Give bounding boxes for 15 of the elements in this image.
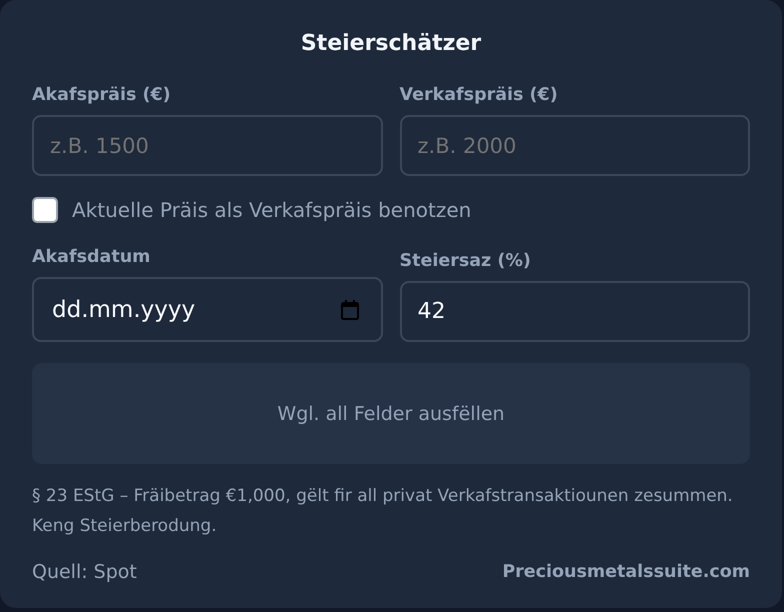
tax-note: § 23 EStG – Fräibetrag €1,000, gëlt fir all privat Verkafstransaktiounen zesummen. Keng Steierberodung. [32,485,734,538]
field-label: Akafspräis (€) [32,84,171,107]
field-label: Steiersaz (%) [400,250,531,273]
input-field[interactable]: 42 [400,281,750,342]
site-link[interactable]: Preciousmetalssuite.com [502,562,750,582]
source-text: Quell: Spot [32,561,137,583]
result-panel: Wgl. all Felder ausfëllen [32,363,750,464]
card-title: Steierschätzer [300,30,482,58]
date-field[interactable]: dd.mm.yyyy [32,277,382,342]
checkbox[interactable] [32,197,58,223]
input-field[interactable]: z.B. 2000 [400,115,750,176]
input-field[interactable]: z.B. 1500 [32,115,382,176]
field-label: Verkafspräis (€) [400,84,558,107]
field-label: Akafsdatum [32,246,150,269]
checkbox-label[interactable]: Aktuelle Präis als Verkafspräis benotzen [72,198,472,222]
